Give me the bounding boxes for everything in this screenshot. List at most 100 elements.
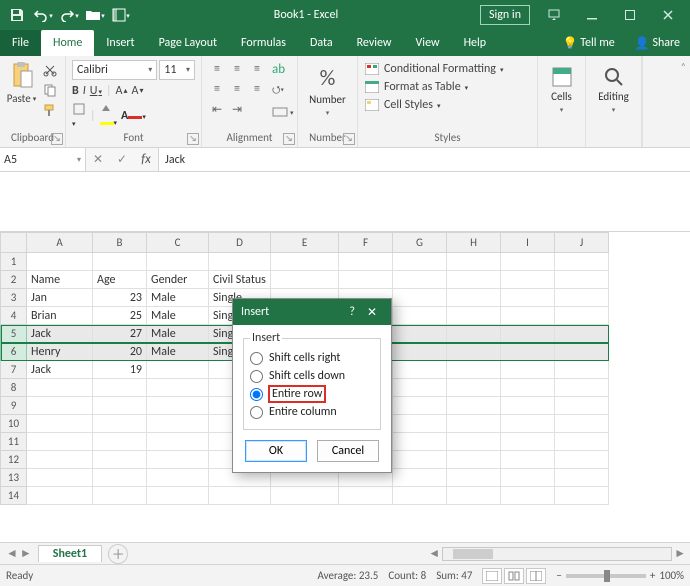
cell-H8[interactable] [447, 379, 501, 397]
sheet-tab-sheet1[interactable]: Sheet1 [38, 545, 102, 562]
cell-I14[interactable] [501, 487, 555, 505]
hscroll-right-icon[interactable]: ► [674, 546, 686, 561]
tell-me-button[interactable]: 💡 Tell me [553, 36, 625, 51]
underline-button[interactable]: U▾ [90, 84, 102, 98]
row-header-8[interactable]: 8 [1, 379, 27, 397]
cell-E14[interactable] [271, 487, 339, 505]
cell-J11[interactable] [555, 433, 609, 451]
align-middle-icon[interactable]: ≡ [228, 60, 246, 78]
redo-icon[interactable]: ▾ [58, 4, 80, 26]
column-header-E[interactable]: E [271, 233, 339, 253]
zoom-out-icon[interactable]: − [556, 569, 561, 582]
cell-H13[interactable] [447, 469, 501, 487]
tab-home[interactable]: Home [41, 30, 94, 56]
cell-B6[interactable]: 20 [93, 343, 147, 361]
cell-G1[interactable] [393, 253, 447, 271]
fill-color-button[interactable]: ▾ [100, 103, 118, 129]
cell-A9[interactable] [27, 397, 93, 415]
cell-J2[interactable] [555, 271, 609, 289]
cell-J10[interactable] [555, 415, 609, 433]
cell-A1[interactable] [27, 253, 93, 271]
cell-A12[interactable] [27, 451, 93, 469]
cell-A13[interactable] [27, 469, 93, 487]
cell-styles-button[interactable]: Cell Styles ▾ [364, 98, 531, 112]
increase-font-icon[interactable]: A▴ [116, 84, 128, 98]
cell-B4[interactable]: 25 [93, 307, 147, 325]
alignment-dialog-launcher[interactable]: ↘ [283, 133, 295, 145]
cell-A3[interactable]: Jan [27, 289, 93, 307]
orientation-button[interactable]: ⭯▾ [272, 83, 294, 100]
cell-A6[interactable]: Henry [27, 343, 93, 361]
open-icon[interactable]: ▾ [84, 4, 106, 26]
cell-H6[interactable] [447, 343, 501, 361]
cell-I7[interactable] [501, 361, 555, 379]
cell-G8[interactable] [393, 379, 447, 397]
cell-G11[interactable] [393, 433, 447, 451]
number-dialog-launcher[interactable]: ↘ [343, 133, 355, 145]
cell-C5[interactable]: Male [147, 325, 209, 343]
cell-D14[interactable] [209, 487, 271, 505]
tab-file[interactable]: File [0, 30, 41, 56]
cell-F14[interactable] [339, 487, 393, 505]
cell-G2[interactable] [393, 271, 447, 289]
horizontal-scrollbar[interactable] [442, 547, 672, 561]
row-header-13[interactable]: 13 [1, 469, 27, 487]
cell-J8[interactable] [555, 379, 609, 397]
row-header-6[interactable]: 6 [1, 343, 27, 361]
cell-G6[interactable] [393, 343, 447, 361]
row-header-2[interactable]: 2 [1, 271, 27, 289]
cell-J3[interactable] [555, 289, 609, 307]
font-dialog-launcher[interactable]: ↘ [187, 133, 199, 145]
conditional-formatting-button[interactable]: Conditional Formatting ▾ [364, 62, 531, 76]
insert-function-icon[interactable]: fx [134, 152, 158, 167]
tab-help[interactable]: Help [452, 30, 499, 56]
cell-C14[interactable] [147, 487, 209, 505]
align-center-icon[interactable]: ≡ [228, 80, 246, 98]
tab-insert[interactable]: Insert [94, 30, 146, 56]
zoom-control[interactable]: − + 100% [556, 569, 684, 582]
hscroll-left-icon[interactable]: ◄ [428, 546, 440, 561]
cell-I5[interactable] [501, 325, 555, 343]
cell-H14[interactable] [447, 487, 501, 505]
cell-A10[interactable] [27, 415, 93, 433]
cell-G4[interactable] [393, 307, 447, 325]
cell-G7[interactable] [393, 361, 447, 379]
column-header-F[interactable]: F [339, 233, 393, 253]
cell-I6[interactable] [501, 343, 555, 361]
cell-A4[interactable]: Brian [27, 307, 93, 325]
cell-G10[interactable] [393, 415, 447, 433]
share-button[interactable]: 👤 Share [625, 36, 690, 51]
sign-in-button[interactable]: Sign in [480, 5, 530, 25]
merge-button[interactable]: ▾ [272, 106, 294, 118]
cell-B12[interactable] [93, 451, 147, 469]
decrease-indent-icon[interactable]: ⇤ [208, 100, 226, 118]
scrollbar-thumb[interactable] [453, 549, 493, 559]
row-header-1[interactable]: 1 [1, 253, 27, 271]
maximize-icon[interactable] [612, 0, 648, 30]
cell-C1[interactable] [147, 253, 209, 271]
bold-button[interactable]: B [72, 84, 79, 98]
cell-H1[interactable] [447, 253, 501, 271]
sheet-nav-next-icon[interactable]: ► [20, 546, 32, 561]
column-header-I[interactable]: I [501, 233, 555, 253]
cell-H7[interactable] [447, 361, 501, 379]
decrease-font-icon[interactable]: A▾ [131, 84, 143, 98]
opt-shift-down[interactable]: Shift cells down [250, 367, 374, 385]
close-icon[interactable]: ✕ [361, 305, 383, 320]
cell-I2[interactable] [501, 271, 555, 289]
font-size-combo[interactable]: 11▾ [159, 60, 195, 80]
undo-icon[interactable]: ▾ [32, 4, 54, 26]
cell-G9[interactable] [393, 397, 447, 415]
cell-F1[interactable] [339, 253, 393, 271]
cell-I3[interactable] [501, 289, 555, 307]
tab-data[interactable]: Data [298, 30, 345, 56]
cell-H9[interactable] [447, 397, 501, 415]
cell-A2[interactable]: Name [27, 271, 93, 289]
cell-I12[interactable] [501, 451, 555, 469]
cell-E2[interactable] [271, 271, 339, 289]
cell-F2[interactable] [339, 271, 393, 289]
wrap-text-button[interactable]: ab [272, 62, 294, 77]
column-header-H[interactable]: H [447, 233, 501, 253]
cell-G12[interactable] [393, 451, 447, 469]
cell-G14[interactable] [393, 487, 447, 505]
